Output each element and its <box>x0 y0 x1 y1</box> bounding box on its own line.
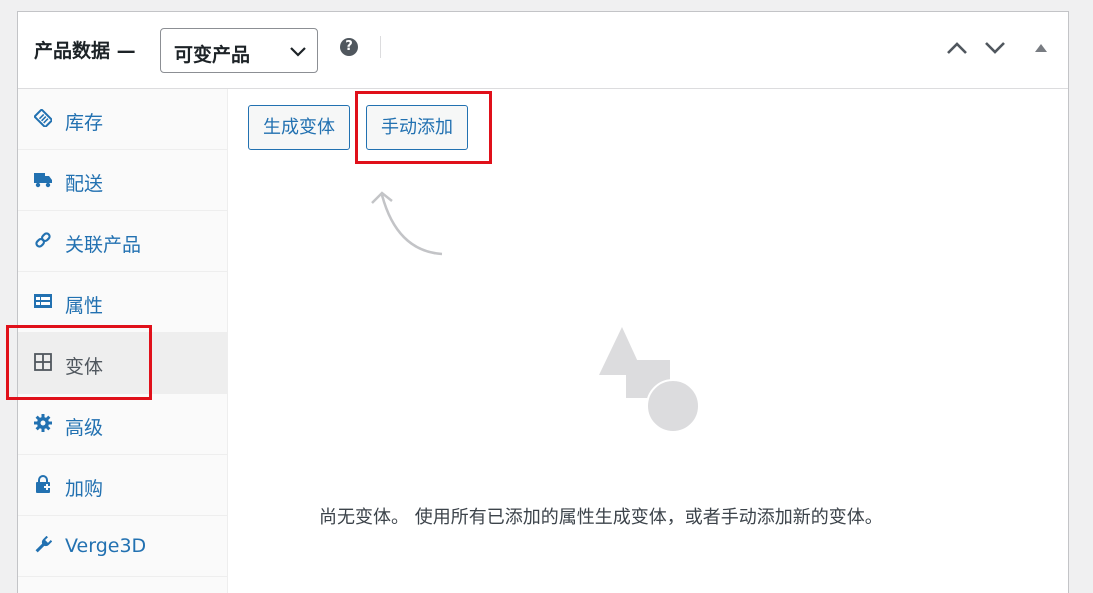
tab-label: 属性 <box>65 295 104 317</box>
tab-label: 加购 <box>65 478 104 500</box>
empty-variations-message: 尚无变体。 使用所有已添加的属性生成变体，或者手动添加新的变体。 <box>319 507 883 528</box>
shapes-placeholder-icon <box>599 327 700 433</box>
lock-bag-icon <box>36 475 50 493</box>
tab-linked-products[interactable]: 关联产品 <box>18 211 227 272</box>
product-data-panel: 产品数据 — 可变产品 ? 库存 配送 关联产品 属性 变体 高级 加购 Ver… <box>17 11 1069 593</box>
move-up-icon[interactable] <box>946 37 968 59</box>
tab-attributes[interactable]: 属性 <box>18 272 227 333</box>
tab-shipping[interactable]: 配送 <box>18 150 227 211</box>
tab-advanced[interactable]: 高级 <box>18 394 227 455</box>
header-divider <box>380 36 381 58</box>
help-icon[interactable]: ? <box>340 38 358 56</box>
move-down-icon[interactable] <box>984 37 1006 59</box>
highlight-box-manual-add <box>355 91 492 164</box>
collapse-toggle-icon[interactable] <box>1034 41 1048 55</box>
tab-label: 配送 <box>65 173 104 195</box>
tab-label: 高级 <box>65 417 104 439</box>
tab-inventory[interactable]: 库存 <box>18 89 227 150</box>
truck-icon <box>34 173 52 188</box>
product-type-select[interactable]: 可变产品 <box>160 28 318 73</box>
link-icon <box>35 232 51 248</box>
panel-header: 产品数据 — 可变产品 ? <box>18 12 1068 89</box>
curved-arrow-icon <box>371 191 443 256</box>
wrench-icon <box>35 536 52 553</box>
generate-variations-button[interactable]: 生成变体 <box>248 105 350 150</box>
tab-verge3d[interactable]: Verge3D <box>18 516 227 577</box>
tab-label: 关联产品 <box>65 234 142 256</box>
tab-label: 库存 <box>65 112 104 134</box>
chevron-down-icon <box>290 47 306 57</box>
panel-title: 产品数据 — <box>34 40 136 62</box>
gear-icon <box>34 414 52 432</box>
list-card-icon <box>34 294 52 308</box>
tab-add-to-cart[interactable]: 加购 <box>18 455 227 516</box>
tag-icon <box>34 109 52 127</box>
product-type-value: 可变产品 <box>174 44 251 66</box>
highlight-box-variations-tab <box>6 325 152 400</box>
tab-label: Verge3D <box>65 535 147 557</box>
variations-content: 生成变体 手动添加 尚无变体。 使用所有已添加的属性生成变体，或者手动添加新的变… <box>229 89 1068 593</box>
